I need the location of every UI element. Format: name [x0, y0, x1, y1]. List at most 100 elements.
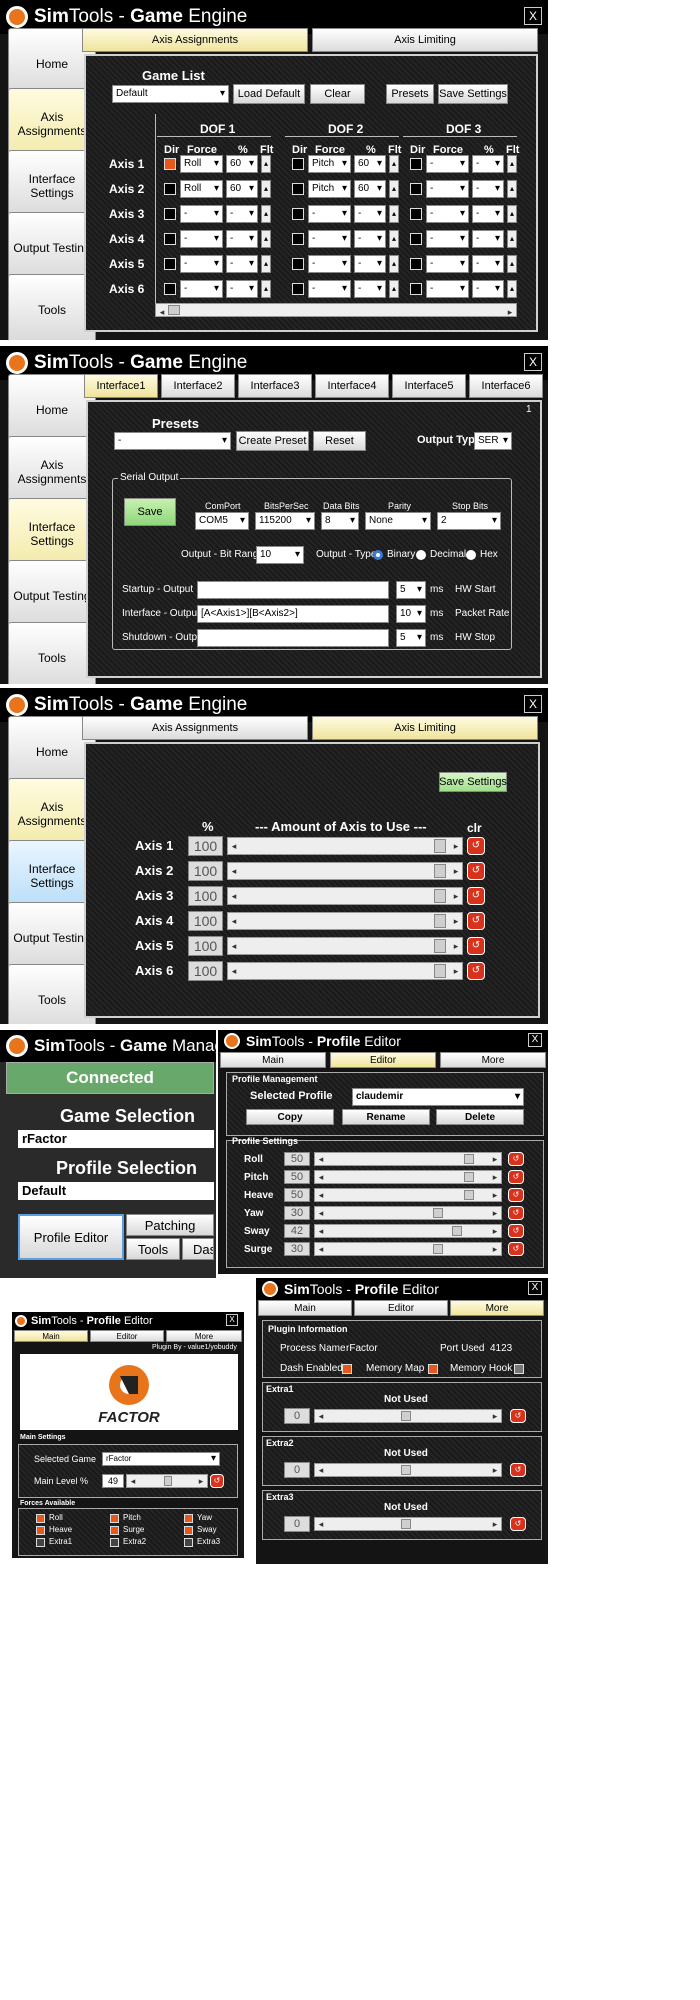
percent-select[interactable]: - — [472, 205, 504, 223]
force-select[interactable]: - — [180, 280, 223, 298]
percent-select[interactable]: - — [354, 280, 386, 298]
scroll-right-icon[interactable]: ▸ — [489, 1153, 501, 1165]
scroll-left-icon[interactable]: ◂ — [315, 1207, 327, 1219]
shutdown-output-field[interactable] — [197, 629, 389, 647]
scroll-right-icon[interactable]: ▸ — [450, 938, 462, 954]
scroll-left-icon[interactable]: ◂ — [228, 888, 240, 904]
force-checkbox[interactable] — [184, 1514, 193, 1523]
slider-thumb[interactable] — [434, 964, 446, 978]
nav-tools[interactable]: Tools — [8, 964, 96, 1024]
force-select[interactable]: Roll — [180, 180, 223, 198]
dir-checkbox[interactable] — [410, 158, 422, 170]
tab-axis-limiting[interactable]: Axis Limiting — [312, 716, 538, 740]
nav-tools[interactable]: Tools — [8, 622, 96, 684]
filter-spinner[interactable]: ▴ — [389, 230, 399, 248]
percent-select[interactable]: 60 — [354, 180, 386, 198]
copy-button[interactable]: Copy — [246, 1109, 334, 1125]
axis-amount-slider[interactable]: ◂ ▸ — [227, 837, 463, 855]
filter-spinner[interactable]: ▴ — [261, 205, 271, 223]
force-level-slider[interactable]: ◂ ▸ — [314, 1224, 502, 1238]
force-value-field[interactable]: 50 — [284, 1188, 310, 1202]
save-button[interactable]: Save — [124, 498, 176, 526]
dir-checkbox[interactable] — [164, 183, 176, 195]
filter-spinner[interactable]: ▴ — [261, 230, 271, 248]
dir-checkbox[interactable] — [410, 233, 422, 245]
load-default-button[interactable]: Load Default — [233, 84, 305, 104]
filter-spinner[interactable]: ▴ — [389, 280, 399, 298]
scroll-left-icon[interactable]: ◂ — [315, 1464, 327, 1476]
scroll-right-icon[interactable]: ▸ — [195, 1475, 207, 1487]
scroll-right-icon[interactable]: ▸ — [489, 1189, 501, 1201]
preset-select[interactable]: - — [114, 432, 231, 450]
delete-button[interactable]: Delete — [436, 1109, 524, 1125]
force-select[interactable]: - — [180, 205, 223, 223]
axis-percent-field[interactable]: 100 — [188, 911, 223, 931]
slider-thumb[interactable] — [434, 889, 446, 903]
clear-icon[interactable]: ↺ — [467, 837, 485, 855]
main-level-value[interactable]: 49 — [102, 1474, 124, 1488]
force-select[interactable]: - — [308, 230, 351, 248]
force-select[interactable]: Pitch — [308, 155, 351, 173]
clear-icon[interactable]: ↺ — [510, 1463, 526, 1477]
interface-ms-select[interactable]: 10 — [396, 605, 426, 623]
percent-select[interactable]: - — [472, 155, 504, 173]
scroll-right-icon[interactable]: ▸ — [489, 1518, 501, 1530]
dir-checkbox[interactable] — [410, 183, 422, 195]
scroll-right-icon[interactable]: ▸ — [489, 1207, 501, 1219]
percent-select[interactable]: - — [354, 230, 386, 248]
scroll-left-icon[interactable]: ◂ — [315, 1243, 327, 1255]
clear-icon[interactable]: ↺ — [508, 1188, 524, 1202]
interface-output-field[interactable]: [A<Axis1>][B<Axis2>] — [197, 605, 389, 623]
game-list-select[interactable]: Default — [112, 85, 229, 103]
nav-tools[interactable]: Tools — [8, 274, 96, 340]
tab-main[interactable]: Main — [258, 1300, 352, 1316]
dir-checkbox[interactable] — [410, 283, 422, 295]
force-value-field[interactable]: 50 — [284, 1170, 310, 1184]
dir-checkbox[interactable] — [164, 208, 176, 220]
close-button[interactable]: X — [528, 1281, 542, 1295]
clear-icon[interactable]: ↺ — [508, 1242, 524, 1256]
filter-spinner[interactable]: ▴ — [389, 255, 399, 273]
dir-checkbox[interactable] — [292, 283, 304, 295]
scroll-left-icon[interactable]: ◂ — [315, 1518, 327, 1530]
slider-thumb[interactable] — [464, 1190, 474, 1200]
scroll-right-icon[interactable]: ▸ — [450, 863, 462, 879]
percent-select[interactable]: - — [226, 280, 258, 298]
slider-thumb[interactable] — [433, 1208, 443, 1218]
force-checkbox[interactable] — [36, 1538, 45, 1547]
force-select[interactable]: - — [180, 230, 223, 248]
reset-level-icon[interactable]: ↺ — [210, 1474, 224, 1488]
presets-button[interactable]: Presets — [386, 84, 434, 104]
clear-button[interactable]: Clear — [310, 84, 365, 104]
output-type-select[interactable]: SER — [474, 432, 512, 450]
dir-checkbox[interactable] — [164, 158, 176, 170]
decimal-radio[interactable] — [416, 550, 426, 560]
clear-icon[interactable]: ↺ — [508, 1224, 524, 1238]
tools-button[interactable]: Tools — [126, 1238, 180, 1260]
scroll-left-icon[interactable]: ◂ — [315, 1171, 327, 1183]
scroll-right-icon[interactable]: ▸ — [450, 888, 462, 904]
percent-select[interactable]: - — [472, 230, 504, 248]
shutdown-ms-select[interactable]: 5 — [396, 629, 426, 647]
force-select[interactable]: Roll — [180, 155, 223, 173]
rename-button[interactable]: Rename — [342, 1109, 430, 1125]
slider-thumb[interactable] — [464, 1172, 474, 1182]
tab-more[interactable]: More — [440, 1052, 546, 1068]
force-checkbox[interactable] — [184, 1526, 193, 1535]
percent-select[interactable]: - — [226, 255, 258, 273]
binary-radio[interactable] — [373, 550, 383, 560]
das-button[interactable]: Das — [182, 1238, 214, 1260]
scroll-left-icon[interactable]: ◂ — [127, 1475, 139, 1487]
force-select[interactable]: - — [308, 280, 351, 298]
close-button[interactable]: X — [226, 1314, 238, 1326]
close-button[interactable]: X — [524, 695, 542, 713]
force-select[interactable]: - — [426, 255, 469, 273]
clear-icon[interactable]: ↺ — [508, 1170, 524, 1184]
clear-icon[interactable]: ↺ — [467, 937, 485, 955]
force-level-slider[interactable]: ◂ ▸ — [314, 1188, 502, 1202]
slider-thumb[interactable] — [434, 839, 446, 853]
force-value-field[interactable]: 30 — [284, 1242, 310, 1256]
scroll-left-icon[interactable]: ◂ — [228, 963, 240, 979]
dir-checkbox[interactable] — [410, 258, 422, 270]
dash-enabled-checkbox[interactable] — [342, 1364, 352, 1374]
